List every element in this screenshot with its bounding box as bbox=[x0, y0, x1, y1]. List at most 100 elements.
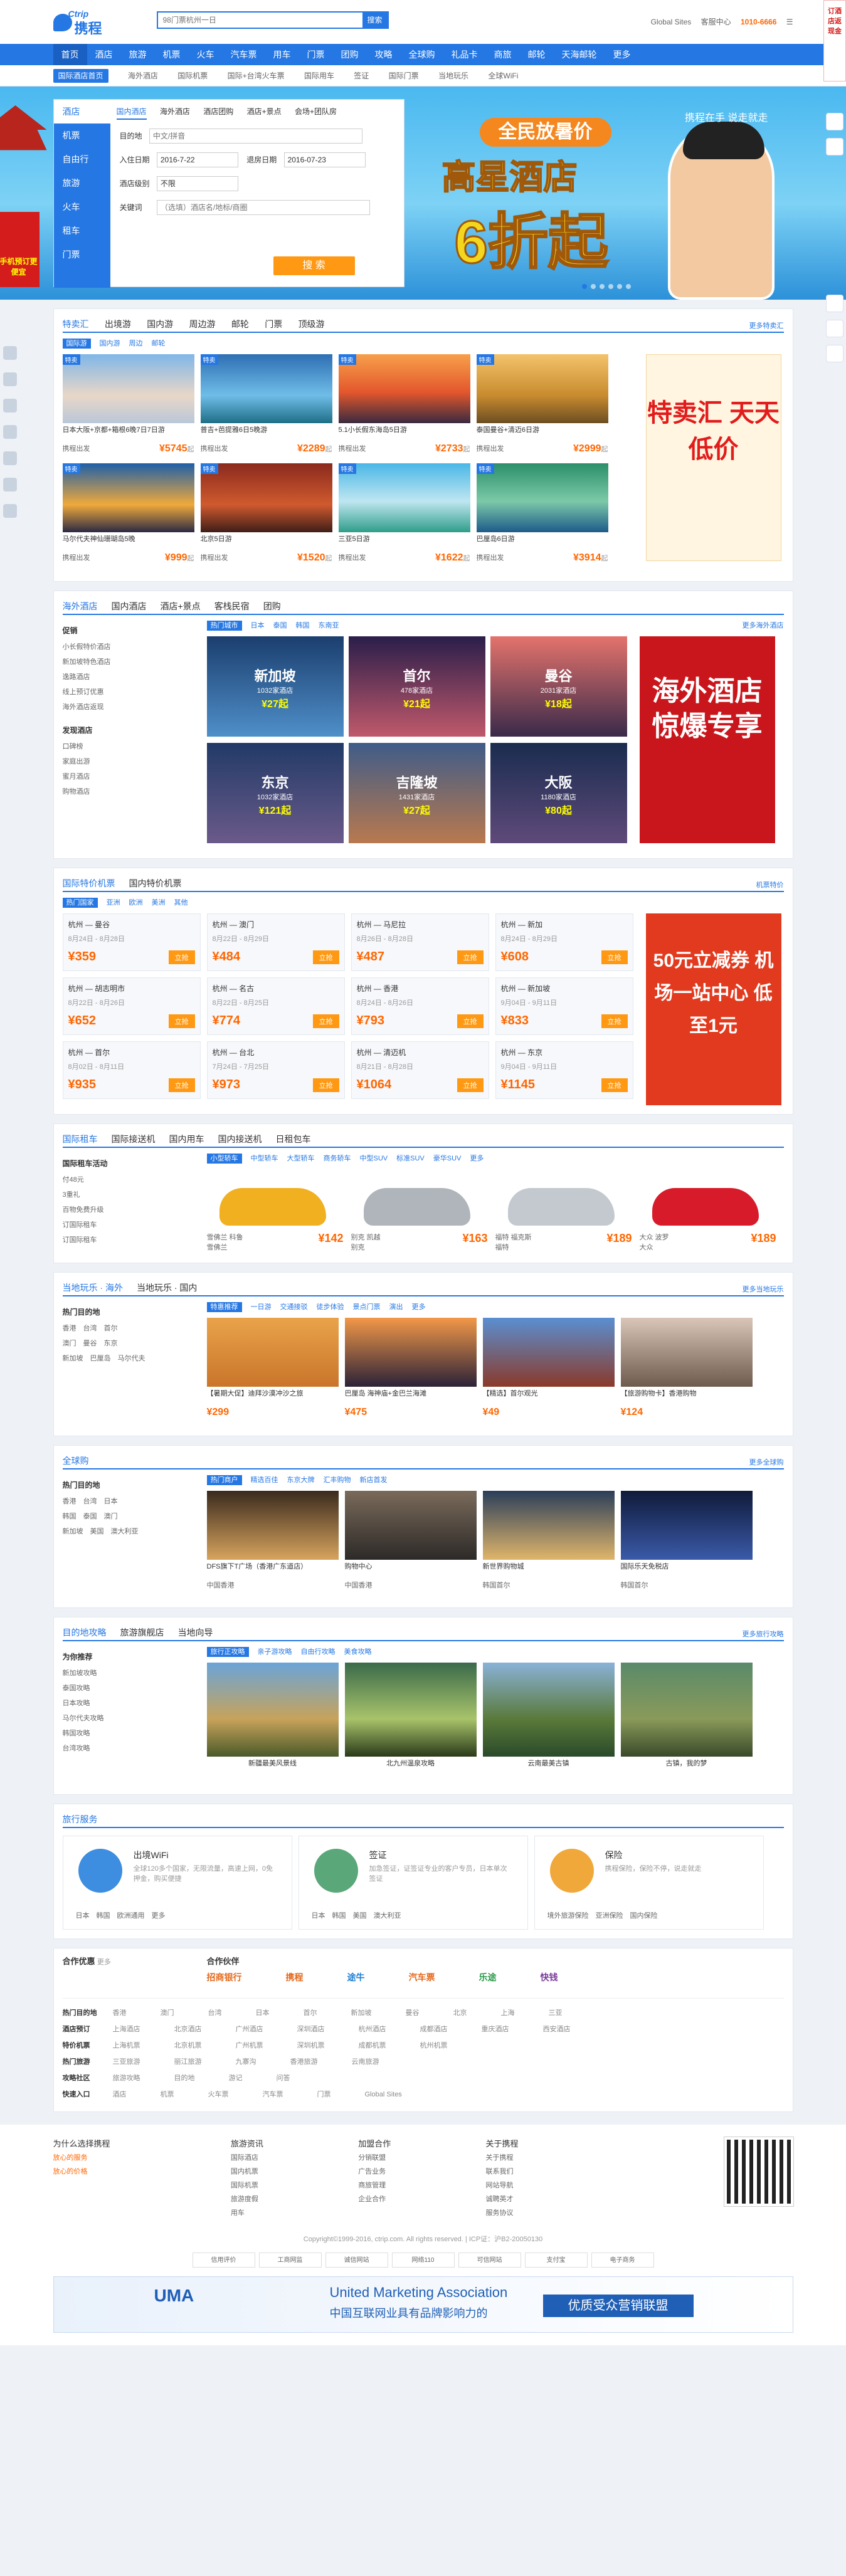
grab-button[interactable]: 立抢 bbox=[312, 1014, 339, 1028]
carousel-dot[interactable] bbox=[608, 284, 613, 289]
chip[interactable]: 更多 bbox=[412, 1303, 426, 1311]
trust-badge[interactable]: 工商网监 bbox=[258, 2253, 322, 2268]
dest-link[interactable]: 澳门 bbox=[104, 1513, 118, 1520]
service-link[interactable]: 韩国 bbox=[97, 1912, 110, 1920]
partner-logo[interactable]: 招商银行 bbox=[207, 1971, 242, 1984]
chip[interactable]: 旅行正攻略 bbox=[206, 1647, 249, 1657]
nav-item-global[interactable]: 全球购 bbox=[401, 44, 443, 65]
nav-item-group[interactable]: 团购 bbox=[333, 44, 367, 65]
partner-logo[interactable]: 汽车票 bbox=[409, 1971, 435, 1984]
guide-link[interactable]: 新加坡攻略 bbox=[63, 1666, 207, 1681]
service-center-link[interactable]: 客服中心 bbox=[701, 18, 731, 26]
subnav-item[interactable]: 签证 bbox=[354, 65, 369, 87]
car-card[interactable]: 别克 凯越 ¥163 别克 bbox=[351, 1169, 488, 1252]
city-tile[interactable]: 首尔 478家酒店 ¥21起 bbox=[348, 636, 485, 737]
carousel-dot[interactable] bbox=[616, 284, 622, 289]
link[interactable]: 杭州机票 bbox=[420, 2042, 448, 2049]
carousel-dot[interactable] bbox=[590, 284, 596, 289]
nav-item-more[interactable]: 更多 bbox=[605, 44, 639, 65]
link[interactable]: 台湾 bbox=[208, 2009, 222, 2017]
shop-card[interactable]: 新世界购物城 韩国首尔 bbox=[482, 1491, 615, 1590]
discover-link[interactable]: 购物酒店 bbox=[63, 784, 207, 799]
discover-link[interactable]: 蜜月酒店 bbox=[63, 769, 207, 784]
car-promo-link[interactable]: 订国际租车 bbox=[63, 1233, 207, 1248]
deal-card[interactable]: 特卖 三亚5日游 携程出发 ¥1622起 bbox=[338, 463, 470, 564]
headset-icon[interactable] bbox=[826, 320, 843, 337]
nav-item-biz[interactable]: 商旅 bbox=[486, 44, 520, 65]
ticket-icon[interactable] bbox=[3, 425, 17, 439]
tab-flight[interactable]: 机票 bbox=[54, 124, 110, 147]
tab-overseas-hotel[interactable]: 海外酒店 bbox=[160, 107, 190, 116]
guide-card[interactable]: 古镇，我的梦 bbox=[620, 1663, 753, 1777]
search-button[interactable]: 搜索 bbox=[362, 13, 388, 28]
deal-card[interactable]: 特卖 普吉+芭提雅6日5晚游 携程出发 ¥2289起 bbox=[200, 354, 332, 455]
chip[interactable]: 小型轿车 bbox=[206, 1154, 242, 1164]
guide-link[interactable]: 日本攻略 bbox=[63, 1696, 207, 1711]
car-promo-link[interactable]: 百物免费升级 bbox=[63, 1202, 207, 1217]
carousel-dot[interactable] bbox=[625, 284, 631, 289]
service-link[interactable]: 欧洲通用 bbox=[117, 1912, 145, 1920]
link[interactable]: 深圳酒店 bbox=[297, 2026, 325, 2033]
lock-icon[interactable] bbox=[3, 451, 17, 465]
tab-dom-car[interactable]: 国内用车 bbox=[169, 1134, 204, 1144]
link[interactable]: 北京 bbox=[453, 2009, 467, 2017]
coop-more-link[interactable]: 更多 bbox=[97, 1958, 111, 1966]
deal-card[interactable]: 特卖 泰国曼谷+清迈6日游 携程出发 ¥2999起 bbox=[476, 354, 608, 455]
user-icon[interactable] bbox=[826, 113, 843, 130]
dest-link[interactable]: 韩国 bbox=[63, 1513, 77, 1520]
footer-link[interactable]: 企业合作 bbox=[358, 2192, 484, 2206]
partner-logo[interactable]: 快钱 bbox=[541, 1971, 558, 1984]
discover-link[interactable]: 口碑榜 bbox=[63, 739, 207, 754]
tab-local-guide[interactable]: 当地向导 bbox=[178, 1627, 213, 1638]
ctrip-logo[interactable]: Ctrip 携程 bbox=[53, 8, 129, 36]
bag-icon[interactable] bbox=[3, 478, 17, 492]
dest-link[interactable]: 台湾 bbox=[83, 1325, 97, 1332]
link[interactable]: 游记 bbox=[229, 2074, 243, 2082]
cart-icon[interactable] bbox=[826, 138, 843, 155]
hotel-promo-banner[interactable]: 海外酒店 惊爆专享 bbox=[639, 636, 775, 843]
tab-flagship[interactable]: 旅游旗舰店 bbox=[120, 1627, 164, 1638]
dest-link[interactable]: 马尔代夫 bbox=[118, 1355, 145, 1362]
tab-dom-flight[interactable]: 国内特价机票 bbox=[129, 878, 182, 888]
link[interactable]: 上海 bbox=[501, 2009, 515, 2017]
chip[interactable]: 欧洲 bbox=[129, 899, 143, 907]
chip[interactable]: 交通接驳 bbox=[280, 1303, 308, 1311]
dest-link[interactable]: 澳大利亚 bbox=[111, 1528, 139, 1535]
checkout-input[interactable] bbox=[283, 152, 366, 167]
subnav-item[interactable]: 国际+台湾火车票 bbox=[228, 65, 285, 87]
footer-link[interactable]: 旅游度假 bbox=[231, 2192, 356, 2206]
service-link[interactable]: 澳大利亚 bbox=[374, 1912, 401, 1920]
tab-global-shop[interactable]: 全球购 bbox=[63, 1456, 89, 1466]
chip[interactable]: 一日游 bbox=[251, 1303, 272, 1311]
dest-link[interactable]: 台湾 bbox=[83, 1498, 97, 1505]
grab-button[interactable]: 立抢 bbox=[312, 1078, 339, 1092]
deal-card[interactable]: 特卖 马尔代夫神仙珊瑚岛5晚 携程出发 ¥999起 bbox=[62, 463, 194, 564]
guide-link[interactable]: 马尔代夫攻略 bbox=[63, 1711, 207, 1726]
cashback-tag[interactable]: 订酒店返现金 bbox=[823, 0, 846, 81]
link[interactable]: 云南旅游 bbox=[352, 2058, 379, 2066]
nav-item-cruise[interactable]: 邮轮 bbox=[520, 44, 554, 65]
chip[interactable]: 其他 bbox=[174, 899, 188, 907]
grab-button[interactable]: 立抢 bbox=[457, 950, 484, 964]
train-icon[interactable] bbox=[3, 399, 17, 413]
dest-link[interactable]: 香港 bbox=[63, 1325, 77, 1332]
tab-dest-guide[interactable]: 目的地攻略 bbox=[63, 1627, 107, 1638]
service-link[interactable]: 亚洲保险 bbox=[596, 1912, 623, 1920]
flight-card[interactable]: 杭州 — 澳门 8月22日 - 8月29日 ¥484 立抢 bbox=[206, 913, 345, 971]
carousel-dot[interactable] bbox=[581, 284, 587, 289]
subnav-item[interactable]: 国际用车 bbox=[304, 65, 334, 87]
flight-card[interactable]: 杭州 — 胡志明市 8月22日 - 8月26日 ¥652 立抢 bbox=[62, 977, 201, 1035]
promo-link[interactable]: 新加坡特色酒店 bbox=[63, 655, 207, 670]
wifi-service[interactable]: 出境WiFi 全球120多个国家，无限流量，高速上网，0免押金，购买便捷 日本 韩国… bbox=[62, 1836, 292, 1930]
level-select[interactable]: 不限 bbox=[156, 176, 238, 191]
nav-item-bus[interactable]: 汽车票 bbox=[223, 44, 265, 65]
checkin-input[interactable] bbox=[156, 152, 238, 167]
tab-train[interactable]: 火车 bbox=[54, 195, 110, 219]
flight-card[interactable]: 杭州 — 曼谷 8月24日 - 8月28日 ¥359 立抢 bbox=[62, 913, 201, 971]
tab-outbound[interactable]: 出境游 bbox=[105, 319, 131, 329]
more-flights-link[interactable]: 机票特价 bbox=[756, 880, 784, 890]
dest-link[interactable]: 香港 bbox=[63, 1498, 77, 1505]
more-fun-link[interactable]: 更多当地玩乐 bbox=[743, 1284, 784, 1294]
link[interactable]: 重庆酒店 bbox=[482, 2026, 509, 2033]
tab-hotel-group[interactable]: 酒店团购 bbox=[203, 107, 233, 116]
